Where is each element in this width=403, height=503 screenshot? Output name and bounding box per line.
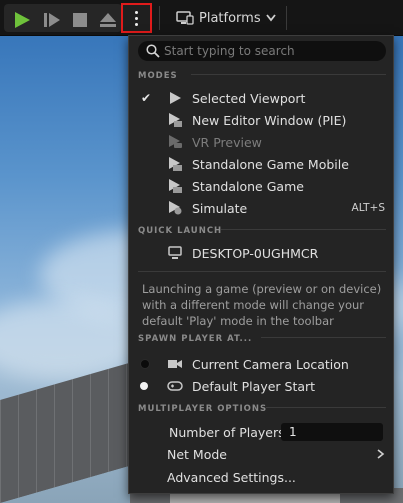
mode-label: New Editor Window (PIE) — [192, 112, 347, 128]
shortcut-label: ALT+S — [351, 202, 385, 214]
search-input[interactable] — [164, 44, 379, 58]
mode-selected-viewport[interactable]: ✔ Selected Viewport — [129, 87, 393, 109]
frame-skip-icon — [44, 13, 60, 27]
net-mode-submenu[interactable]: Net Mode — [129, 443, 393, 465]
mode-simulate[interactable]: Simulate ALT+S — [129, 197, 393, 219]
spawn-label: Default Player Start — [192, 378, 316, 394]
vr-icon — [167, 134, 183, 150]
spawn-default-player-start[interactable]: Default Player Start — [129, 375, 393, 397]
play-options-menu: MODES ✔ Selected Viewport New Editor Win… — [128, 35, 394, 494]
eject-icon — [100, 13, 116, 27]
gamepad-icon — [167, 378, 183, 394]
divider — [221, 229, 386, 230]
mode-change-description: Launching a game (preview or on device) … — [142, 282, 382, 328]
mode-standalone-game[interactable]: Standalone Game — [129, 175, 393, 197]
number-of-players-row: Number of Players — [129, 421, 393, 443]
radio-button[interactable] — [140, 359, 150, 369]
chevron-right-icon — [377, 449, 385, 459]
simulate-icon — [167, 200, 183, 216]
platforms-icon — [176, 11, 194, 25]
net-mode-label: Net Mode — [167, 446, 227, 462]
kebab-icon-dot — [135, 22, 138, 26]
floor-highlight — [170, 494, 340, 503]
mode-label: Standalone Game — [192, 178, 304, 194]
divider — [266, 407, 386, 408]
camera-icon — [167, 356, 183, 372]
mode-label: VR Preview — [192, 134, 262, 150]
number-of-players-field[interactable] — [281, 423, 383, 441]
mode-standalone-game-mobile[interactable]: Standalone Game Mobile — [129, 153, 393, 175]
play-controls-group — [4, 4, 122, 32]
section-header-quick-launch: QUICK LAUNCH — [138, 226, 223, 236]
play-toolbar: Platforms — [0, 0, 403, 36]
mode-new-editor-window[interactable]: New Editor Window (PIE) — [129, 109, 393, 131]
eject-button[interactable] — [96, 8, 120, 32]
mode-label: Simulate — [192, 200, 248, 216]
play-icon — [15, 12, 30, 28]
building-geometry — [0, 362, 130, 503]
number-of-players-label: Number of Players — [169, 424, 285, 440]
editor-window-icon — [167, 112, 183, 128]
stop-button[interactable] — [68, 8, 92, 32]
mode-label: Standalone Game Mobile — [192, 156, 349, 172]
spawn-label: Current Camera Location — [192, 356, 349, 372]
quick-launch-device[interactable]: DESKTOP-0UGHMCR — [129, 242, 393, 264]
section-header-spawn: SPAWN PLAYER AT... — [138, 334, 253, 344]
search-icon — [146, 44, 160, 58]
checkmark-icon: ✔ — [141, 91, 152, 105]
device-label: DESKTOP-0UGHMCR — [192, 245, 319, 261]
play-options-button[interactable] — [121, 3, 152, 33]
number-of-players-input[interactable] — [289, 425, 379, 439]
radio-button-selected[interactable] — [140, 382, 148, 390]
divider — [191, 74, 386, 75]
kebab-icon — [135, 10, 138, 14]
play-button[interactable] — [10, 8, 34, 32]
play-icon — [167, 90, 183, 106]
section-header-modes: MODES — [138, 71, 178, 81]
kebab-icon-dot — [135, 16, 138, 20]
desktop-icon — [167, 245, 183, 261]
platforms-label: Platforms — [199, 10, 261, 26]
mode-vr-preview: VR Preview — [129, 131, 393, 153]
stop-icon — [73, 13, 87, 27]
divider — [138, 271, 386, 272]
frame-skip-button[interactable] — [40, 8, 64, 32]
toolbar-separator — [159, 6, 160, 30]
section-header-multiplayer: MULTIPLAYER OPTIONS — [138, 404, 268, 414]
menu-search[interactable] — [138, 41, 386, 61]
divider — [261, 337, 386, 338]
chevron-down-icon — [265, 14, 276, 22]
advanced-settings-item[interactable]: Advanced Settings... — [129, 466, 393, 488]
mode-label: Selected Viewport — [192, 90, 306, 106]
standalone-icon — [167, 178, 183, 194]
spawn-current-camera[interactable]: Current Camera Location — [129, 353, 393, 375]
advanced-settings-label: Advanced Settings... — [167, 469, 296, 485]
platforms-dropdown[interactable]: Platforms — [176, 7, 276, 29]
standalone-icon — [167, 156, 183, 172]
toolbar-separator — [286, 6, 287, 30]
